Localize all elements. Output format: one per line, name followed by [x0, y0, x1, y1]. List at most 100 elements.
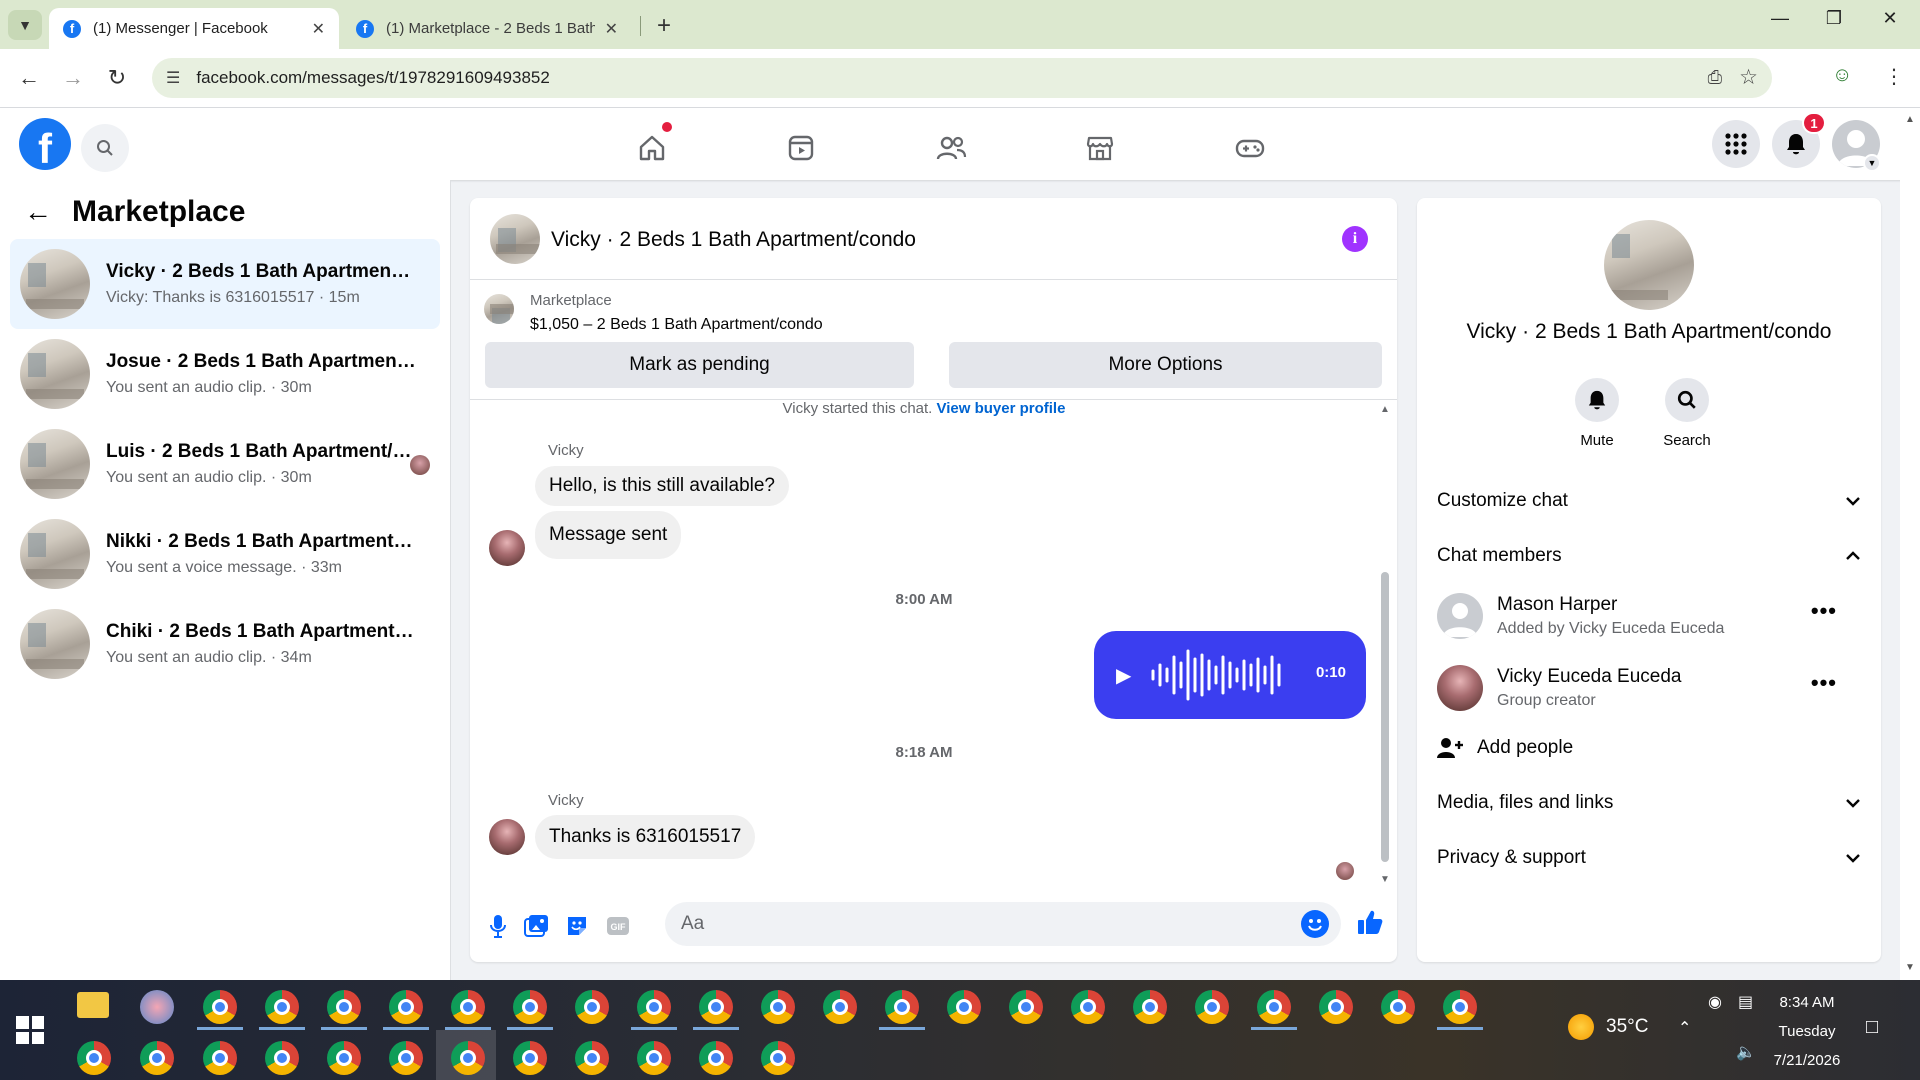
chrome-window-icon[interactable] [1009, 990, 1043, 1024]
chrome-window-icon[interactable] [140, 1041, 174, 1075]
minimize-button[interactable]: — [1760, 8, 1800, 29]
windows-start-icon[interactable] [16, 1016, 44, 1044]
chrome-window-icon[interactable] [1319, 990, 1353, 1024]
bookmark-star-icon[interactable]: ☆ [1739, 65, 1758, 90]
chrome-window-icon[interactable] [885, 990, 919, 1024]
microphone-icon[interactable] [482, 910, 514, 942]
chrome-window-icon[interactable] [575, 990, 609, 1024]
add-people-button[interactable]: Add people [1437, 728, 1573, 768]
chrome-window-icon[interactable] [451, 1041, 485, 1075]
chrome-window-icon[interactable] [823, 990, 857, 1024]
conversation-item[interactable]: Luis · 2 Beds 1 Bath Apartment/c... You … [10, 419, 440, 509]
facebook-logo[interactable]: f [19, 118, 71, 170]
location-icon[interactable]: ◉ [1708, 992, 1722, 1012]
close-window-button[interactable]: ✕ [1870, 8, 1910, 29]
chat-members-row[interactable]: Chat members [1437, 531, 1861, 581]
more-options-icon[interactable]: ••• [1811, 670, 1837, 696]
chrome-window-icon[interactable] [265, 990, 299, 1024]
chrome-window-icon[interactable] [699, 1041, 733, 1075]
tab-marketplace[interactable]: f (1) Marketplace - 2 Beds 1 Bath ✕ [342, 8, 632, 49]
chrome-window-icon[interactable] [1133, 990, 1167, 1024]
friends-nav[interactable] [931, 128, 971, 168]
sticker-icon[interactable] [561, 910, 593, 942]
file-explorer-icon[interactable] [77, 992, 109, 1018]
scroll-up-arrow-icon[interactable]: ▲ [1379, 404, 1391, 415]
tab-messenger[interactable]: f (1) Messenger | Facebook ✕ [49, 8, 339, 49]
reload-button[interactable]: ↻ [102, 63, 132, 93]
conversation-item[interactable]: Nikki · 2 Beds 1 Bath Apartment/c... You… [10, 509, 440, 599]
message-bubble[interactable]: Message sent [535, 511, 682, 559]
chat-avatar[interactable] [1604, 220, 1694, 310]
message-input[interactable]: Aa [665, 902, 1341, 946]
chrome-window-icon[interactable] [513, 1041, 547, 1075]
chrome-window-icon[interactable] [389, 990, 423, 1024]
notification-center-icon[interactable]: □ [1866, 1016, 1878, 1039]
back-arrow-icon[interactable]: ← [24, 196, 52, 228]
chrome-window-icon[interactable] [1443, 990, 1477, 1024]
chrome-window-icon[interactable] [1381, 990, 1415, 1024]
mute-button[interactable]: Mute [1562, 378, 1632, 449]
chrome-window-icon[interactable] [203, 1041, 237, 1075]
site-info-icon[interactable]: ☰ [166, 68, 180, 88]
scrollbar-thumb[interactable] [1381, 572, 1389, 862]
play-icon[interactable]: ▶ [1116, 663, 1131, 688]
chat-title[interactable]: Vicky · 2 Beds 1 Bath Apartment/condo [551, 228, 916, 252]
scroll-down-arrow-icon[interactable]: ▼ [1379, 874, 1391, 885]
profile-icon[interactable]: ☺ [1832, 64, 1852, 87]
gaming-nav[interactable] [1230, 128, 1270, 168]
tab-search-button[interactable]: ▼ [8, 10, 42, 40]
conversation-item[interactable]: Chiki · 2 Beds 1 Bath Apartment/c... You… [10, 599, 440, 689]
chrome-window-icon[interactable] [1071, 990, 1105, 1024]
chrome-window-icon[interactable] [203, 990, 237, 1024]
sender-avatar[interactable] [489, 530, 525, 566]
search-in-chat-button[interactable]: Search [1652, 378, 1722, 449]
customize-chat-row[interactable]: Customize chat [1437, 476, 1861, 526]
mark-as-pending-button[interactable]: Mark as pending [485, 342, 914, 388]
chat-member-row[interactable]: Mason Harper Added by Vicky Euceda Euced… [1437, 584, 1861, 648]
photo-icon[interactable] [521, 910, 553, 942]
chat-member-row[interactable]: Vicky Euceda Euceda Group creator ••• [1437, 656, 1861, 720]
forward-button[interactable]: → [58, 63, 88, 93]
close-tab-icon[interactable]: ✕ [312, 19, 325, 39]
chrome-window-icon[interactable] [699, 990, 733, 1024]
snipping-tool-icon[interactable] [140, 990, 174, 1024]
install-app-icon[interactable]: ⎙ [1708, 67, 1722, 88]
weather-widget[interactable]: 35°C [1568, 1014, 1648, 1040]
facebook-search-button[interactable] [81, 124, 129, 172]
system-clock[interactable]: 8:34 AM Tuesday 7/21/2026 [1752, 988, 1862, 1075]
chrome-window-icon[interactable] [1257, 990, 1291, 1024]
emoji-icon[interactable] [1301, 910, 1329, 938]
chrome-window-icon[interactable] [327, 990, 361, 1024]
chrome-window-icon[interactable] [947, 990, 981, 1024]
chrome-window-icon[interactable] [575, 1041, 609, 1075]
chrome-window-icon[interactable] [761, 990, 795, 1024]
menu-button[interactable] [1712, 120, 1760, 168]
gif-icon[interactable]: GIF [602, 910, 634, 942]
chrome-window-icon[interactable] [77, 1041, 111, 1075]
chrome-window-icon[interactable] [637, 990, 671, 1024]
info-icon[interactable]: i [1342, 226, 1368, 252]
chevron-down-icon[interactable]: ▼ [1863, 154, 1881, 172]
chrome-window-icon[interactable] [327, 1041, 361, 1075]
message-bubble[interactable]: Thanks is 6316015517 [535, 815, 756, 859]
home-nav[interactable] [632, 128, 672, 168]
network-icon[interactable]: ▤ [1738, 992, 1753, 1012]
media-files-links-row[interactable]: Media, files and links [1437, 778, 1861, 828]
message-bubble[interactable]: Hello, is this still available? [535, 466, 789, 506]
conversation-item[interactable]: Josue · 2 Beds 1 Bath Apartment/c... You… [10, 329, 440, 419]
conversation-item[interactable]: Vicky · 2 Beds 1 Bath Apartment/c... Vic… [10, 239, 440, 329]
video-nav[interactable] [781, 128, 821, 168]
chrome-window-icon[interactable] [513, 990, 547, 1024]
close-tab-icon[interactable]: ✕ [605, 19, 618, 39]
chrome-window-icon[interactable] [1195, 990, 1229, 1024]
scroll-up-arrow-icon[interactable]: ▲ [1905, 114, 1915, 125]
back-button[interactable]: ← [14, 63, 44, 93]
new-tab-button[interactable]: + [650, 12, 678, 40]
menu-kebab-icon[interactable]: ⋮ [1884, 64, 1904, 89]
more-options-icon[interactable]: ••• [1811, 598, 1837, 624]
more-options-button[interactable]: More Options [949, 342, 1382, 388]
chrome-window-icon[interactable] [265, 1041, 299, 1075]
like-thumb-icon[interactable] [1354, 906, 1386, 938]
restore-button[interactable]: ❐ [1814, 8, 1854, 29]
scroll-down-arrow-icon[interactable]: ▼ [1905, 962, 1915, 973]
